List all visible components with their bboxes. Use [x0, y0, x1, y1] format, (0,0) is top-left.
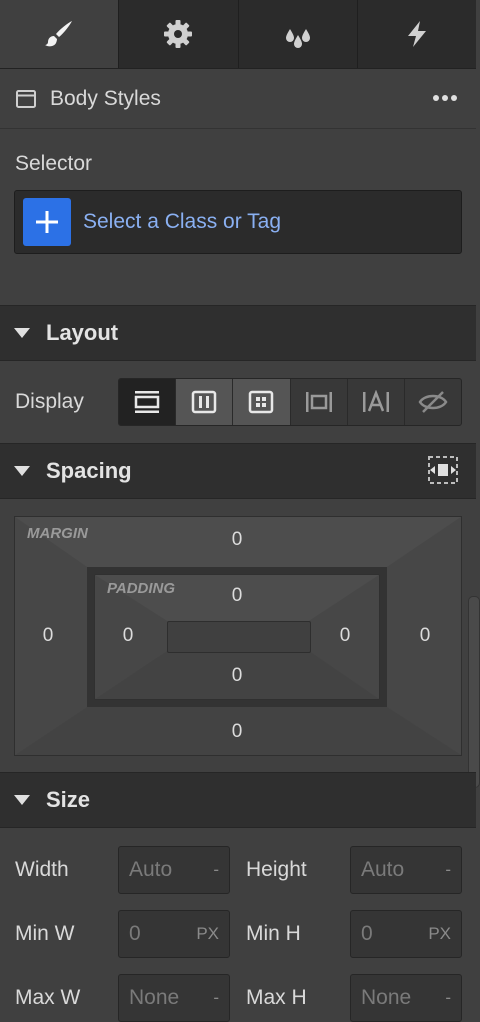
grid-icon — [249, 390, 274, 414]
content-box — [167, 621, 311, 653]
spacing-box: MARGIN PADDING 0 0 0 0 0 0 0 0 — [14, 516, 462, 756]
selector-placeholder: Select a Class or Tag — [83, 210, 282, 233]
inline-block-icon — [305, 392, 332, 412]
tab-style[interactable] — [0, 0, 120, 68]
display-options — [118, 378, 462, 426]
paintbrush-icon — [45, 21, 73, 47]
flex-icon — [192, 390, 217, 414]
lightning-icon — [407, 21, 426, 47]
display-label: Display — [15, 390, 84, 413]
more-dots-icon[interactable] — [432, 88, 458, 108]
max-width-label: Max W — [15, 986, 81, 1009]
layout-title: Layout — [46, 320, 119, 345]
margin-label: MARGIN — [27, 525, 88, 542]
padding-right-value[interactable]: 0 — [330, 625, 360, 647]
max-height-unit[interactable]: - — [445, 988, 451, 1008]
max-height-label: Max H — [246, 986, 307, 1009]
plus-icon — [36, 211, 58, 233]
display-flex-button[interactable] — [176, 379, 234, 425]
min-width-label: Min W — [15, 922, 75, 945]
min-height-input[interactable]: 0 PX — [350, 910, 462, 958]
max-width-input[interactable]: None - — [118, 974, 230, 1022]
body-styles-row: Body Styles — [0, 70, 476, 129]
selector-input[interactable]: Select a Class or Tag — [14, 190, 462, 254]
selector-label: Selector — [15, 152, 93, 175]
width-input[interactable]: Auto - — [118, 846, 230, 894]
layout-section-header[interactable]: Layout — [0, 305, 476, 361]
spacing-title: Spacing — [46, 458, 132, 483]
min-height-value: 0 — [361, 922, 373, 945]
window-icon — [16, 90, 36, 108]
tab-interactions[interactable] — [239, 0, 358, 68]
height-label: Height — [246, 858, 307, 881]
height-unit[interactable]: - — [445, 860, 451, 880]
max-width-value: None — [129, 986, 180, 1009]
gear-icon — [164, 20, 193, 48]
caret-down-icon — [14, 328, 30, 338]
caret-down-icon — [14, 795, 30, 805]
padding-top-value[interactable]: 0 — [222, 585, 252, 607]
display-block-button[interactable] — [119, 379, 177, 425]
inline-icon — [362, 390, 389, 412]
width-unit[interactable]: - — [213, 860, 219, 880]
max-height-value: None — [361, 986, 412, 1009]
margin-right-value[interactable]: 0 — [410, 625, 440, 647]
display-none-button[interactable] — [405, 379, 461, 425]
block-icon — [134, 391, 160, 413]
margin-bottom-value[interactable]: 0 — [222, 721, 252, 743]
droplets-icon — [285, 29, 310, 48]
panel-tabs — [0, 0, 476, 69]
tab-lightning[interactable] — [358, 0, 476, 68]
max-width-unit[interactable]: - — [213, 988, 219, 1008]
scrollbar[interactable] — [468, 596, 480, 788]
height-value: Auto — [361, 858, 405, 881]
padding-label: PADDING — [107, 580, 176, 597]
min-width-unit[interactable]: PX — [196, 924, 219, 944]
min-width-input[interactable]: 0 PX — [118, 910, 230, 958]
size-title: Size — [46, 787, 91, 812]
width-value: Auto — [129, 858, 173, 881]
min-height-label: Min H — [246, 922, 301, 945]
spacing-preset-icon[interactable] — [428, 456, 458, 484]
display-inline-block-button[interactable] — [291, 379, 348, 425]
margin-top-value[interactable]: 0 — [222, 529, 252, 551]
caret-down-icon — [14, 466, 30, 476]
size-section-header[interactable]: Size — [0, 772, 476, 828]
padding-left-value[interactable]: 0 — [113, 625, 143, 647]
body-styles-title: Body Styles — [50, 87, 161, 110]
width-label: Width — [15, 858, 69, 881]
max-height-input[interactable]: None - — [350, 974, 462, 1022]
display-inline-button[interactable] — [348, 379, 405, 425]
padding-bottom-value[interactable]: 0 — [222, 665, 252, 687]
min-height-unit[interactable]: PX — [428, 924, 451, 944]
add-class-button[interactable] — [23, 198, 71, 246]
spacing-section-header[interactable]: Spacing — [0, 443, 476, 499]
margin-left-value[interactable]: 0 — [33, 625, 63, 647]
min-width-value: 0 — [129, 922, 141, 945]
tab-settings[interactable] — [119, 0, 239, 68]
height-input[interactable]: Auto - — [350, 846, 462, 894]
hidden-icon — [418, 391, 448, 413]
display-grid-button[interactable] — [233, 379, 291, 425]
